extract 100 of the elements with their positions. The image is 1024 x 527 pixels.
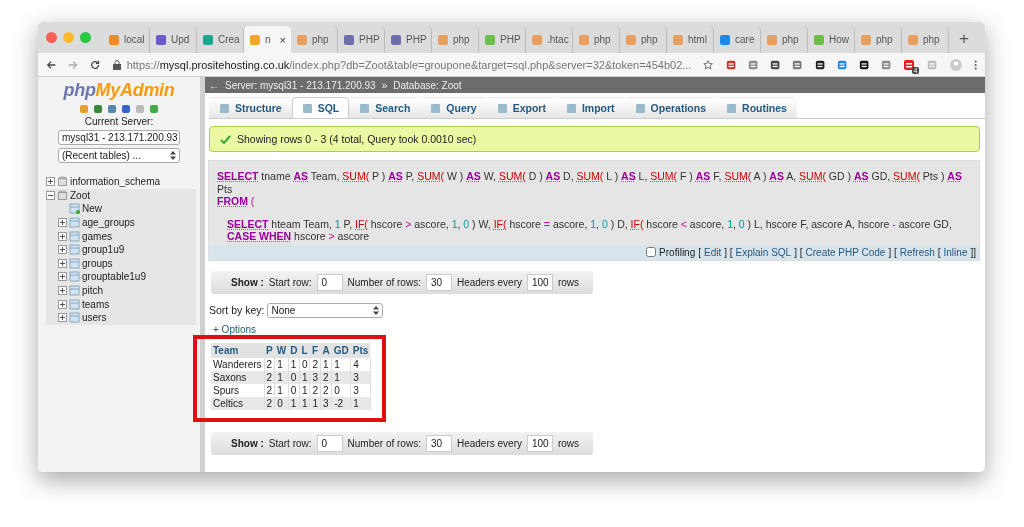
column-header[interactable]: A: [320, 342, 332, 358]
tree-item[interactable]: group1u9: [82, 244, 125, 256]
tree-item[interactable]: games: [82, 230, 112, 242]
tab[interactable]: Query: [420, 97, 487, 118]
favicon-icon: [813, 33, 825, 46]
table-cell: 2: [264, 370, 275, 384]
tree-item[interactable]: Zoot: [70, 189, 90, 201]
start-row-field[interactable]: 0: [316, 434, 343, 452]
action-link[interactable]: Inline: [943, 246, 968, 258]
sort-select[interactable]: None: [267, 302, 384, 318]
tab[interactable]: Import: [555, 97, 625, 118]
check-icon: [220, 134, 231, 144]
rows-field[interactable]: 30: [425, 273, 452, 291]
start-row-field[interactable]: 0: [316, 273, 343, 291]
favicon-icon: [343, 33, 355, 46]
tree-item[interactable]: grouptable1u9: [82, 271, 146, 283]
rows-label: Number of rows:: [347, 276, 421, 288]
expand-icon[interactable]: [58, 218, 67, 228]
tab-icon: [565, 102, 577, 114]
back-icon[interactable]: [46, 58, 57, 71]
extension-icon: [903, 58, 916, 71]
tab[interactable]: Operations: [624, 97, 717, 118]
tree-item[interactable]: groups: [82, 257, 113, 269]
tab[interactable]: Routines: [716, 97, 797, 118]
menu-icon[interactable]: [973, 58, 977, 71]
tree-item[interactable]: New: [82, 203, 102, 215]
column-header[interactable]: P: [264, 342, 275, 358]
options-link[interactable]: + Options: [213, 324, 257, 335]
expand-icon[interactable]: [58, 258, 67, 268]
server-select[interactable]: mysql31 - 213.171.200.93: [58, 130, 180, 145]
close-tab-icon[interactable]: ×: [279, 33, 286, 46]
table-cell: 2: [309, 383, 321, 397]
favicon-icon: [155, 33, 167, 46]
tree-item[interactable]: pitch: [82, 285, 104, 297]
tab-icon: [634, 102, 646, 114]
headers-field[interactable]: 100: [526, 273, 553, 291]
column-header[interactable]: GD: [331, 342, 351, 358]
table-cell: 1: [299, 370, 310, 384]
expand-icon[interactable]: [58, 272, 67, 282]
extension-icon: [814, 58, 825, 71]
expand-icon[interactable]: [46, 177, 55, 187]
star-icon[interactable]: [703, 58, 714, 71]
expand-icon[interactable]: [58, 231, 67, 241]
profiling-checkbox[interactable]: [646, 247, 657, 257]
tree-item[interactable]: users: [82, 312, 107, 324]
extension-icon: [858, 58, 870, 71]
tree-item[interactable]: age_groups: [82, 217, 135, 229]
browser-tab[interactable]: n ×: [244, 26, 291, 53]
favicon-icon: [437, 33, 449, 46]
action-link[interactable]: Explain SQL: [735, 246, 792, 258]
column-header[interactable]: Pts: [350, 342, 371, 358]
extension-icon: [792, 58, 803, 71]
table-cell: 0: [299, 357, 310, 371]
tree-item[interactable]: teams: [82, 298, 110, 310]
table-cell: 2: [320, 370, 332, 384]
table-cell: 0: [288, 370, 300, 384]
lock-icon: [112, 59, 121, 70]
server-link[interactable]: Server: mysql31 - 213.171.200.93: [225, 79, 376, 91]
rows-field[interactable]: 30: [425, 434, 452, 452]
headers-field[interactable]: 100: [526, 434, 553, 452]
bracket-text: ] [: [724, 246, 733, 258]
new-table-icon: [69, 203, 80, 215]
favicon-icon: [249, 33, 261, 46]
collapse-icon[interactable]: [46, 190, 55, 200]
tab[interactable]: Structure: [209, 97, 292, 118]
column-header[interactable]: L: [299, 342, 310, 358]
select-arrows-icon: [170, 151, 176, 160]
database-link[interactable]: Database: Zoot: [393, 79, 462, 91]
tab-icon: [359, 102, 371, 114]
expand-icon[interactable]: [58, 313, 67, 323]
extension-icon: [836, 58, 847, 71]
expand-icon[interactable]: [58, 245, 67, 255]
tab[interactable]: SQL: [291, 97, 350, 118]
action-link[interactable]: Refresh: [899, 246, 935, 258]
tab[interactable]: Export: [486, 97, 556, 118]
table-cell: 1: [288, 396, 300, 410]
sql-line: FROM (: [217, 195, 256, 208]
favicon-icon: [907, 33, 919, 46]
action-link[interactable]: Create PHP Code: [805, 246, 886, 258]
column-header[interactable]: D: [288, 342, 300, 358]
new-tab-button[interactable]: +: [959, 29, 969, 49]
reload-icon[interactable]: [90, 58, 101, 71]
extension-icon: [927, 58, 938, 71]
back-link[interactable]: ←: [209, 79, 219, 91]
table-cell: 1: [299, 383, 310, 397]
expand-icon[interactable]: [58, 299, 67, 309]
table-cell: 1: [331, 370, 351, 384]
tab[interactable]: Search: [349, 97, 421, 118]
recent-tables-select[interactable]: (Recent tables) ...: [58, 148, 180, 163]
bracket-text: [: [698, 246, 701, 258]
tree-item[interactable]: information_schema: [70, 176, 161, 188]
table-cell: 1: [299, 396, 310, 410]
table-cell: 2: [320, 383, 332, 397]
column-header[interactable]: F: [309, 342, 321, 358]
bracket-text: ] [: [888, 246, 897, 258]
action-link[interactable]: Edit: [704, 246, 722, 258]
current-server-label: Current Server:: [84, 116, 154, 127]
column-header[interactable]: Team: [211, 342, 265, 358]
rows-suffix: rows: [557, 437, 580, 449]
expand-icon[interactable]: [58, 286, 67, 296]
